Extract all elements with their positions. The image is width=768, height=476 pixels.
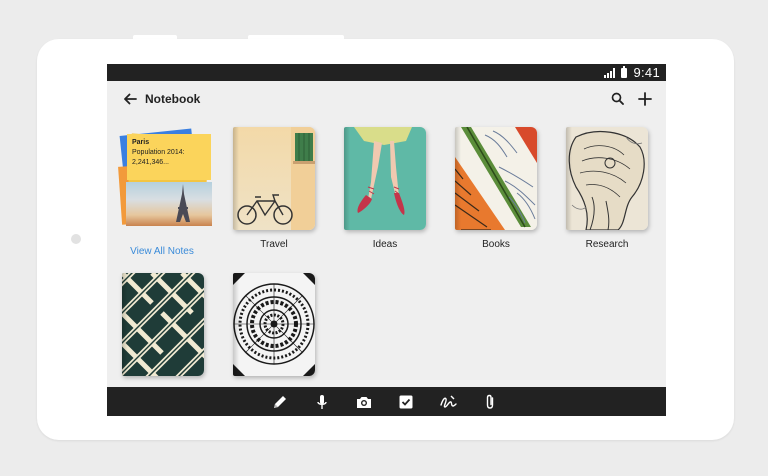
camera-icon[interactable]	[355, 393, 373, 411]
notebook-label: Research	[585, 239, 629, 250]
notebook-label: Books	[482, 239, 510, 250]
arrow-left-icon[interactable]	[120, 89, 140, 109]
eiffel-tower-icon	[176, 184, 190, 222]
notebook-cover	[122, 273, 204, 376]
notebook-cover	[233, 127, 315, 230]
status-bar: 9:41	[107, 64, 666, 81]
notebook-cover	[455, 127, 537, 230]
paperclip-icon[interactable]	[481, 393, 499, 411]
notebook-cover	[344, 127, 426, 230]
status-time: 9:41	[633, 65, 660, 80]
notebook-label: Travel	[260, 239, 288, 250]
all-notes-stack[interactable]: Paris Population 2014: 2,241,346...	[118, 128, 213, 228]
search-icon[interactable]	[608, 89, 628, 109]
page-title: Notebook	[145, 92, 201, 106]
app-bar: Notebook	[107, 81, 666, 117]
pencil-icon[interactable]	[271, 393, 289, 411]
notebook-label: Ideas	[372, 239, 398, 250]
sticky-note: Paris Population 2014: 2,241,346...	[127, 134, 211, 180]
notebook-cover	[233, 273, 315, 376]
microphone-icon[interactable]	[313, 393, 331, 411]
note-title: Paris	[132, 139, 150, 146]
note-line: 2,241,346...	[132, 159, 169, 166]
plus-icon[interactable]	[635, 89, 655, 109]
view-all-notes-link[interactable]: View All Notes	[107, 246, 217, 257]
battery-icon	[621, 65, 628, 78]
signal-icon	[604, 67, 616, 78]
handwriting-icon[interactable]	[439, 393, 457, 411]
app-screen: 9:41 Notebook Paris Population 2014: 2,2…	[107, 64, 666, 416]
bottom-toolbar	[107, 387, 666, 416]
notebook-cover	[566, 127, 648, 230]
tablet-camera-dot	[71, 234, 81, 244]
paris-photo	[126, 182, 212, 226]
checkbox-icon[interactable]	[397, 393, 415, 411]
note-line: Population 2014:	[132, 149, 185, 156]
